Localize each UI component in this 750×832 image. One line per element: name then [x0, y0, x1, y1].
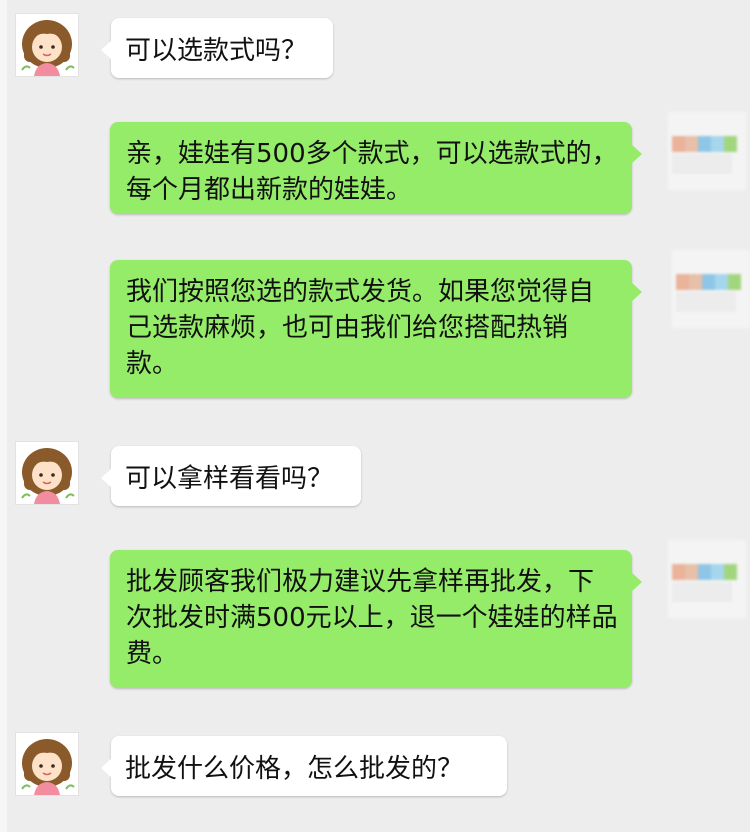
customer-avatar-icon[interactable] [16, 14, 78, 76]
seller-avatar-icon[interactable] [668, 112, 746, 190]
customer-avatar-icon[interactable] [16, 442, 78, 504]
seller-avatar-icon[interactable] [672, 250, 750, 328]
message-bubble[interactable]: 批发顾客我们极力建议先拿样再批发，下次批发时满500元以上，退一个娃娃的样品费。 [110, 550, 642, 688]
customer-avatar-icon[interactable] [16, 733, 78, 795]
message-text: 可以选款式吗？ [125, 36, 308, 66]
screen-edge [0, 0, 7, 832]
message-bubble[interactable]: 可以拿样看看吗？ [101, 446, 361, 506]
message-text: 可以拿样看看吗？ [125, 464, 334, 494]
message-text: 批发什么价格，怎么批发的？ [125, 754, 464, 784]
message-bubble[interactable]: 批发什么价格，怎么批发的？ [101, 736, 507, 796]
message-bubble[interactable]: 可以选款式吗？ [101, 18, 333, 78]
message-bubble[interactable]: 亲，娃娃有500多个款式，可以选款式的，每个月都出新款的娃娃。 [110, 122, 642, 214]
message-bubble[interactable]: 我们按照您选的款式发货。如果您觉得自己选款麻烦，也可由我们给您搭配热销款。 [110, 260, 642, 398]
message-text: 批发顾客我们极力建议先拿样再批发，下次批发时满500元以上，退一个娃娃的样品费。 [126, 567, 618, 669]
message-text: 我们按照您选的款式发货。如果您觉得自己选款麻烦，也可由我们给您搭配热销款。 [126, 277, 595, 379]
message-text: 亲，娃娃有500多个款式，可以选款式的，每个月都出新款的娃娃。 [126, 139, 618, 205]
seller-avatar-icon[interactable] [668, 540, 746, 618]
